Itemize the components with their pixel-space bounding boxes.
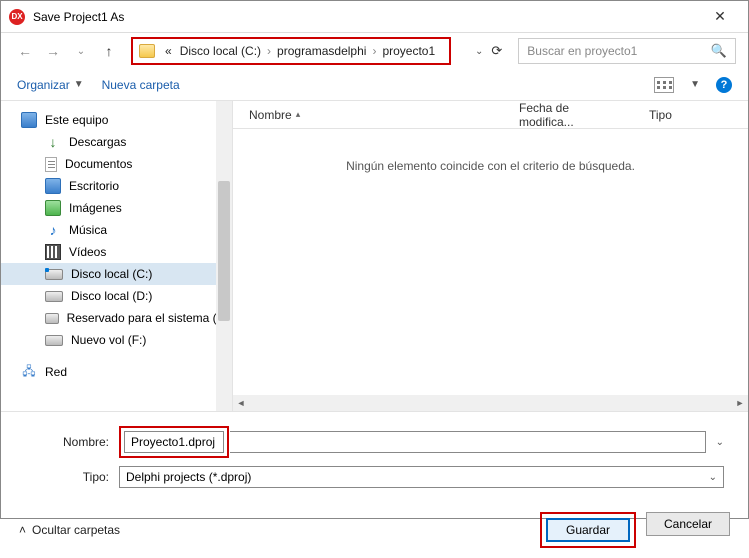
download-icon [45,134,61,150]
chevron-down-icon: ⌄ [709,472,717,483]
network-icon [21,364,37,380]
breadcrumb[interactable]: « Disco local (C:) › programasdelphi › p… [131,37,451,65]
close-icon[interactable]: ✕ [700,8,740,25]
tree-scrollbar[interactable] [216,101,232,411]
folder-tree: Este equipo Descargas Documentos Escrito… [1,101,233,411]
hide-folders-toggle[interactable]: ˄ Ocultar carpetas [19,523,120,537]
save-form: Nombre: ⌄ Tipo: Delphi projects (*.dproj… [1,411,748,502]
search-placeholder: Buscar en proyecto1 [527,44,637,58]
tree-item-images[interactable]: Imágenes [1,197,232,219]
scroll-track[interactable] [249,395,732,411]
nav-row: ← → ⌄ ↑ « Disco local (C:) › programasde… [1,33,748,69]
document-icon [45,157,57,172]
video-icon [45,244,61,260]
filename-label: Nombre: [25,435,109,449]
disk-icon [45,335,63,346]
forward-button[interactable]: → [41,39,65,63]
location-dropdown-icon[interactable]: ⌄ [475,46,483,57]
col-label: Nombre [249,108,292,122]
search-input[interactable]: Buscar en proyecto1 🔍 [518,38,736,64]
filename-input-ext[interactable] [230,431,706,453]
disk-icon [45,313,59,324]
tree-item-documents[interactable]: Documentos [1,153,232,175]
breadcrumb-prefix: « [161,44,176,58]
main-split: Este equipo Descargas Documentos Escrito… [1,101,748,411]
breadcrumb-seg-0[interactable]: Disco local (C:) [176,44,265,58]
tree-label: Imágenes [69,201,122,215]
tree-label: Disco local (D:) [71,289,152,303]
filetype-value: Delphi projects (*.dproj) [126,470,251,484]
tree-network[interactable]: Red [1,361,232,383]
col-date[interactable]: Fecha de modifica... [519,101,649,129]
organize-button[interactable]: Organizar ▼ [17,78,84,92]
file-list: Nombre ▴ Fecha de modifica... Tipo Ningún… [233,101,748,411]
title-bar: DX Save Project1 As ✕ [1,1,748,33]
tree-label: Documentos [65,157,132,171]
tree-label: Reservado para el sistema (E:) [67,311,232,325]
chevron-right-icon: › [370,44,378,58]
help-icon[interactable]: ? [716,77,732,93]
tree-label: Música [69,223,107,237]
scroll-left-icon[interactable]: ◄ [233,395,249,411]
tree-item-desktop[interactable]: Escritorio [1,175,232,197]
images-icon [45,200,61,216]
tree-label: Escritorio [69,179,119,193]
up-button[interactable]: ↑ [97,39,121,63]
view-options-icon[interactable] [654,77,674,93]
disk-icon [45,291,63,302]
tree-label: Este equipo [45,113,108,127]
tree-item-disk-d[interactable]: Disco local (D:) [1,285,232,307]
save-button[interactable]: Guardar [546,518,630,542]
new-folder-button[interactable]: Nueva carpeta [102,78,180,92]
music-icon [45,222,61,238]
search-icon: 🔍 [711,43,727,59]
tree-item-disk-e[interactable]: Reservado para el sistema (E:) [1,307,232,329]
chevron-right-icon: › [265,44,273,58]
back-button[interactable]: ← [13,39,37,63]
tree-item-disk-f[interactable]: Nuevo vol (F:) [1,329,232,351]
tree-item-videos[interactable]: Vídeos [1,241,232,263]
col-name[interactable]: Nombre ▴ [249,108,519,122]
tree-label: Nuevo vol (F:) [71,333,146,347]
chevron-up-icon: ˄ [19,523,26,537]
sort-caret-icon: ▴ [296,109,301,120]
tree-root-pc[interactable]: Este equipo [1,109,232,131]
filename-input[interactable] [124,431,224,453]
tree-item-music[interactable]: Música [1,219,232,241]
footer: ˄ Ocultar carpetas Guardar Cancelar [1,502,748,558]
tree-label: Vídeos [69,245,106,259]
folder-icon [139,44,155,58]
empty-message: Ningún elemento coincide con el criterio… [233,159,748,173]
horizontal-scrollbar[interactable]: ◄ ► [233,395,748,411]
breadcrumb-seg-1[interactable]: programasdelphi [273,44,370,58]
filetype-select[interactable]: Delphi projects (*.dproj) ⌄ [119,466,724,488]
tree-label: Red [45,365,67,379]
hide-folders-label: Ocultar carpetas [32,523,120,537]
desktop-icon [45,178,61,194]
tree-label: Descargas [69,135,126,149]
column-headers: Nombre ▴ Fecha de modifica... Tipo [233,101,748,129]
chevron-down-icon: ▼ [74,79,84,90]
toolbar: Organizar ▼ Nueva carpeta ▼ ? [1,69,748,101]
organize-label: Organizar [17,78,70,92]
breadcrumb-seg-2[interactable]: proyecto1 [378,44,439,58]
recent-dropdown[interactable]: ⌄ [69,39,93,63]
tree-item-disk-c[interactable]: Disco local (C:) [1,263,232,285]
cancel-button[interactable]: Cancelar [646,512,730,536]
scroll-right-icon[interactable]: ► [732,395,748,411]
window-title: Save Project1 As [33,10,700,24]
disk-icon [45,269,63,280]
tree-label: Disco local (C:) [71,267,152,281]
refresh-icon[interactable]: ⟳ [491,43,502,59]
chevron-down-icon[interactable]: ▼ [690,79,700,90]
filename-dropdown-icon[interactable]: ⌄ [716,437,724,448]
col-type[interactable]: Tipo [649,108,696,122]
tree-item-downloads[interactable]: Descargas [1,131,232,153]
pc-icon [21,112,37,128]
app-icon: DX [9,9,25,25]
scrollbar-thumb[interactable] [218,181,230,321]
filetype-label: Tipo: [25,470,109,484]
